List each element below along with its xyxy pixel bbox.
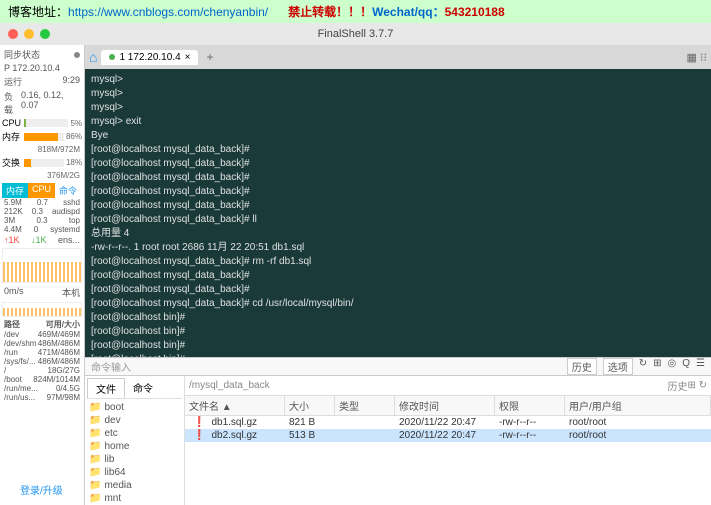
tool-icon[interactable]: ↻ [639, 358, 647, 375]
tool-icon[interactable]: Q [682, 358, 690, 375]
tree-item[interactable]: 📁dev [87, 414, 182, 427]
maximize-button[interactable] [40, 29, 50, 39]
close-button[interactable] [8, 29, 18, 39]
home-icon[interactable]: ⌂ [89, 49, 97, 65]
status-sidebar: 同步状态 P 172.20.10.4 运行9:29 负载0.16, 0.12, … [0, 45, 85, 505]
path-history-button[interactable]: 历史 [667, 378, 687, 393]
history-button[interactable]: 历史 [567, 358, 597, 375]
sidebar-tabs[interactable]: 内存CPU命令 [2, 183, 82, 198]
file-tree[interactable]: 文件 命令 📁boot📁dev📁etc📁home📁lib📁lib64📁media… [85, 376, 185, 505]
terminal[interactable]: mysql>mysql>mysql>mysql> exitBye[root@lo… [85, 69, 711, 357]
file-browser: 文件 命令 📁boot📁dev📁etc📁home📁lib📁lib64📁media… [85, 375, 711, 505]
tab-files[interactable]: 文件 [87, 378, 125, 398]
tree-item[interactable]: 📁home [87, 440, 182, 453]
add-tab-button[interactable]: + [206, 50, 213, 64]
file-row[interactable]: ❗db1.sql.gz821 B2020/11/22 20:47-rw-r--r… [185, 416, 711, 429]
file-row[interactable]: ❗db2.sql.gz513 B2020/11/22 20:47-rw-r--r… [185, 429, 711, 442]
tree-item[interactable]: 📁mnt [87, 492, 182, 505]
tree-item[interactable]: 📁lib64 [87, 466, 182, 479]
speed-chart [2, 302, 82, 317]
tree-item[interactable]: 📁media [87, 479, 182, 492]
tree-item[interactable]: 📁lib [87, 453, 182, 466]
file-list-header[interactable]: 文件名 ▲ 大小 类型 修改时间 权限 用户/用户组 [185, 396, 711, 416]
tab-commands[interactable]: 命令 [125, 378, 161, 398]
path-display[interactable]: /mysql_data_back [189, 380, 270, 391]
session-tab-bar: ⌂ 1 172.20.10.4 × + ▦ ⁝⁝ [85, 45, 711, 69]
close-tab-icon[interactable]: × [185, 52, 191, 63]
tool-icon[interactable]: ⊞ [653, 358, 661, 375]
cursor-icon: ↖ [291, 355, 301, 357]
network-chart [2, 248, 82, 283]
layout-icons[interactable]: ▦ ⁝⁝ [687, 51, 707, 64]
ip-label: P 172.20.10.4 [4, 63, 60, 73]
status-dot-icon [109, 54, 115, 60]
tool-icon[interactable]: ◎ [668, 358, 677, 375]
sync-dot-icon [74, 52, 80, 58]
tree-item[interactable]: 📁boot [87, 401, 182, 414]
watermark-banner: 博客地址：https://www.cnblogs.com/chenyanbin/… [0, 0, 711, 23]
window-title: FinalShell 3.7.7 [318, 28, 394, 40]
command-input-bar[interactable]: 命令输入 历史 选项 ↻ ⊞ ◎ Q ☰ [85, 357, 711, 375]
window-titlebar: FinalShell 3.7.7 [0, 23, 711, 45]
options-button[interactable]: 选项 [603, 358, 633, 375]
tree-item[interactable]: 📁etc [87, 427, 182, 440]
tool-icon[interactable]: ☰ [696, 358, 705, 375]
minimize-button[interactable] [24, 29, 34, 39]
session-tab[interactable]: 1 172.20.10.4 × [101, 50, 198, 65]
tool-icon[interactable]: ⊞ ↻ [687, 380, 707, 391]
login-link[interactable]: 登录/升级 [20, 482, 63, 497]
sync-status-label: 同步状态 [4, 48, 40, 61]
